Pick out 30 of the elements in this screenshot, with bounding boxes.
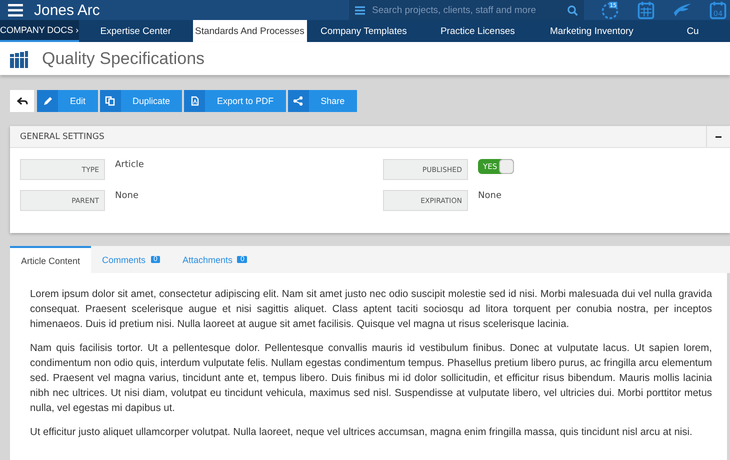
back-button[interactable] bbox=[10, 90, 34, 112]
nav-tab[interactable]: Practice Licenses bbox=[420, 20, 535, 42]
menu-icon[interactable] bbox=[8, 4, 23, 16]
nav-tab[interactable]: Expertise Center bbox=[78, 20, 193, 42]
copy-icon bbox=[105, 96, 116, 106]
nav-tab[interactable]: Cu bbox=[648, 20, 730, 42]
books-icon bbox=[9, 48, 29, 68]
search-field[interactable]: Search projects, clients, staff and more bbox=[370, 4, 567, 16]
nav-tab[interactable]: Company Templates bbox=[306, 20, 421, 42]
page-title: Quality Specifications bbox=[42, 48, 205, 68]
pencil-icon bbox=[42, 96, 52, 106]
field-value: Article bbox=[115, 160, 144, 170]
share-icon bbox=[293, 96, 304, 106]
article-paragraph: Ut efficitur justo aliquet ullamcorper volutpat. Nulla laoreet, neque vel ultrices accumsan, magna enim fringilla massa, quis tincidunt nisl arcu at nisi. bbox=[30, 426, 694, 440]
list-icon bbox=[355, 6, 365, 14]
field-value: None bbox=[478, 191, 502, 201]
app-title: Jones Arc bbox=[34, 2, 101, 18]
calendar-icon[interactable] bbox=[636, 0, 656, 20]
article-paragraph: Lorem ipsum dolor sit amet, consectetur adipiscing elit. Nam sit amet justo nec odio suscipit molestie sed id nisi. Morbi malesuada dui vel nulla gravida consequat. Praesent scelerisque augue et nisi sagittis aliquet. Class aptent taciti sociosqu ad litora torquent per conubia nostra, per inceptos himenaeos. Duis id pretium nisi. Nulla laoreet at augue sit amet facilisis. Quisque vel magna ut risus scelerisque lacinia. bbox=[30, 288, 712, 332]
search-icon[interactable] bbox=[567, 4, 578, 16]
pdf-file-icon bbox=[190, 96, 200, 106]
nav-tab[interactable]: Marketing Inventory bbox=[534, 20, 649, 42]
panel-title: GENERAL SETTINGS bbox=[20, 132, 104, 142]
article-paragraph: Nam quis facilisis tortor. Ut a pellentesque dolor. Pellentesque convallis mauris id vestibulum finibus. Donec at vulputate lacus. Ut sapien lorem, condimentum non odio quis, interdum vulputate felis. Nullam egestas condimentum tempus. Phasellus pretium libero purus, ac fringilla arcu elementum sed. Praesent vel magna varius, tincidunt ante et, tempus libero. Duis finibus mi id dolor sollicitudin, et efficitur risus bibendum. Mauris mollis lacinia nibh nec ultrices. Ut nisi diam, volutpat eu tincidunt vehicula, maximus sed nisl. Suspendisse at vulputate libero, vel ultricies dui. Morbi porttitor metus nulla, vel egestas mi dapibus ut. bbox=[30, 342, 712, 416]
field-value: None bbox=[115, 191, 138, 201]
section-menu-button[interactable]: COMPANY DOCS › bbox=[0, 20, 79, 42]
back-arrow-icon bbox=[16, 96, 28, 106]
content-tab[interactable]: Article Content bbox=[10, 246, 92, 273]
search-bar[interactable]: Search projects, clients, staff and more bbox=[349, 0, 584, 20]
nav-tab[interactable]: Standards And Processes bbox=[192, 20, 307, 42]
